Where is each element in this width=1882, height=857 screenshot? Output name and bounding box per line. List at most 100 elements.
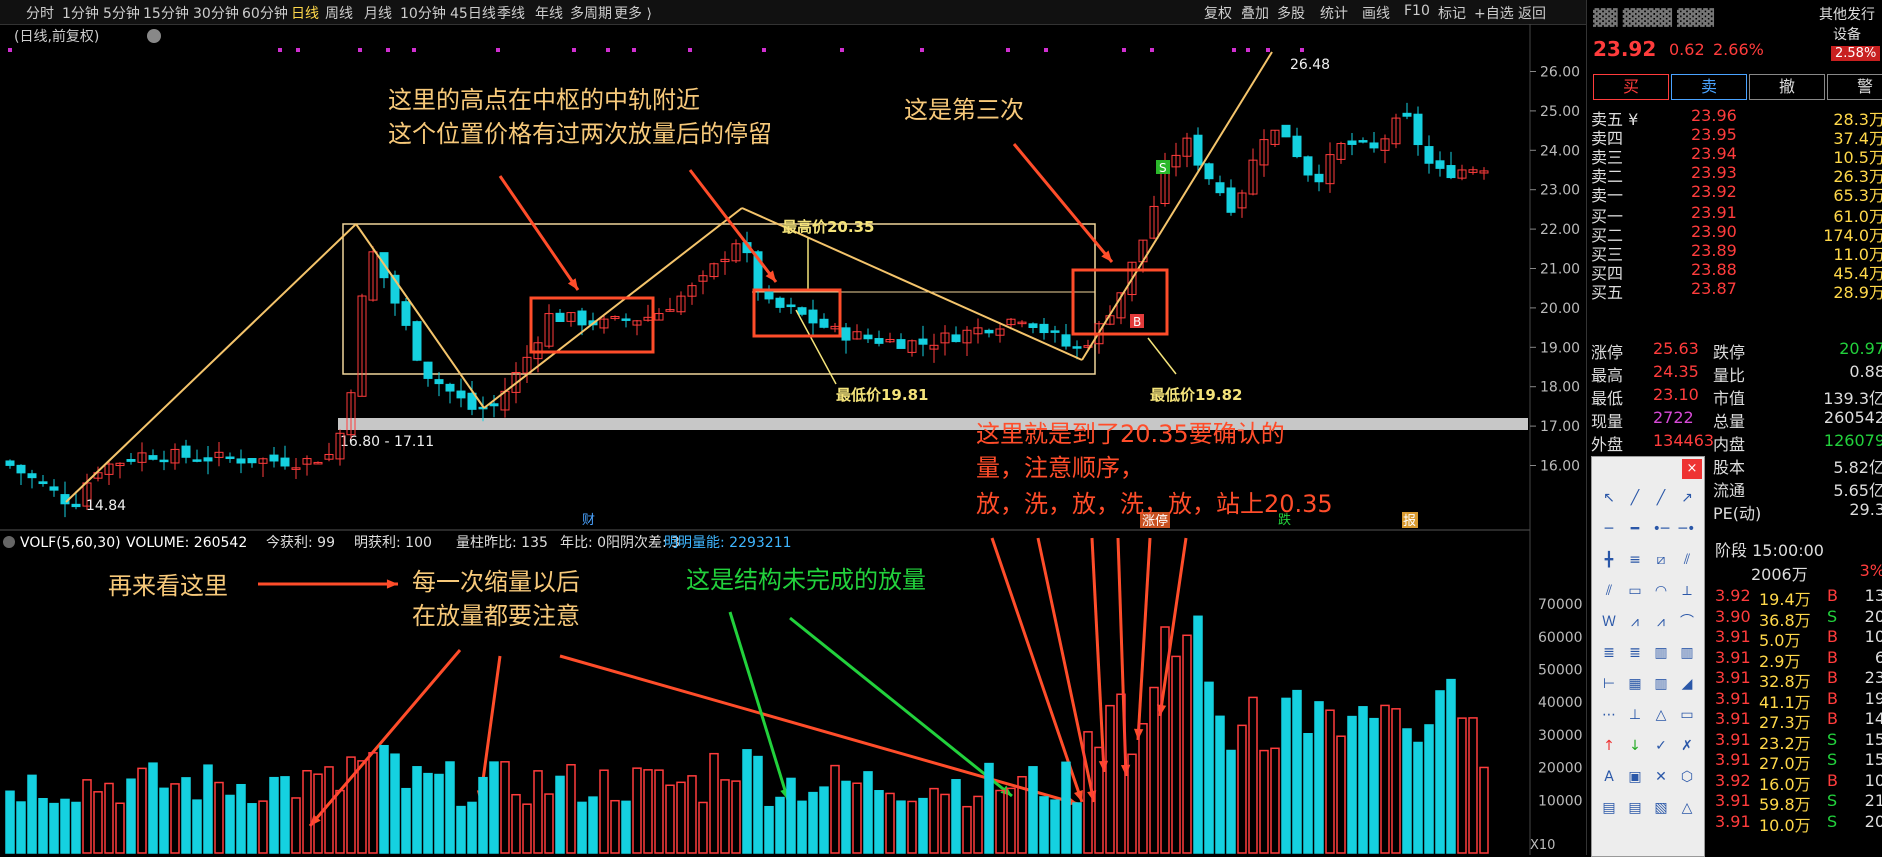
drawing-tool-icon[interactable]: ▥ [1650,673,1672,695]
other-label[interactable]: 其他发行 [1819,4,1875,24]
candle-body [1226,187,1236,213]
drawing-tool-icon[interactable]: ⬡ [1676,766,1698,788]
drawing-tool-icon[interactable]: A [1598,766,1620,788]
drawing-tool-icon[interactable]: ◢ [1676,673,1698,695]
volume-bar [93,791,103,854]
arrow-1 [498,175,580,291]
tab-14[interactable]: 更多 ⟩ [614,3,652,23]
volume-bar [698,801,708,854]
volume-value: VOLUME: 260542 [126,535,247,551]
drawing-tool-icon[interactable]: ≣ [1598,642,1620,664]
toolbar-button-8[interactable]: 返回 [1518,3,1546,23]
volume-bar [1171,655,1181,854]
candle-body [401,301,411,326]
drawing-tool-icon[interactable]: ▥ [1676,642,1698,664]
toolbar-button-5[interactable]: F10 [1404,3,1430,19]
buy-button[interactable]: 买 [1593,74,1669,100]
alert-button[interactable]: 警 [1827,74,1882,100]
drawing-tool-icon[interactable]: •─ [1650,518,1672,540]
drawing-tool-icon[interactable]: ▭ [1676,704,1698,726]
drawing-tool-icon[interactable]: ▦ [1624,673,1646,695]
toolbar-button-0[interactable]: 复权 [1204,3,1232,23]
volume-bar [1149,686,1159,854]
price-tick-label: 16.00 [1540,459,1580,475]
drawing-tool-icon[interactable]: ▤ [1624,797,1646,819]
drawing-tool-icon[interactable]: Ｗ [1598,611,1620,633]
drawing-tool-icon[interactable]: ⫽ [1676,549,1698,571]
volume-bar [951,779,961,854]
drawing-tool-icon[interactable]: ▤ [1598,797,1620,819]
signal-dot [1266,48,1270,52]
drawing-tool-icon[interactable]: ⋯ [1598,704,1620,726]
drawing-tool-icon[interactable]: ↑ [1598,735,1620,757]
tab-8[interactable]: 月线 [364,3,392,23]
drawing-tool-icon[interactable]: ⩘ [1650,611,1672,633]
drawing-tool-icon[interactable]: ↗ [1676,487,1698,509]
tab-7[interactable]: 周线 [325,3,353,23]
cancel-button[interactable]: 撤 [1749,74,1825,100]
drawing-tool-icon[interactable]: ✗ [1676,735,1698,757]
tab-9[interactable]: 10分钟 [400,3,446,23]
drawing-tool-icon[interactable]: ✓ [1650,735,1672,757]
sell-button[interactable]: 卖 [1671,74,1747,100]
drawing-tool-icon[interactable]: ━ [1624,518,1646,540]
drawing-tool-icon[interactable]: ↓ [1624,735,1646,757]
drawing-tool-icon[interactable]: ≡ [1624,549,1646,571]
signal-dot [1246,48,1250,52]
kline-chart[interactable]: (日线,前复权) 26.00 25.00 24.00 23.00 22.00 21.00 20… [0,24,1586,855]
tab-10[interactable]: 45日线 [450,3,496,23]
drawing-tool-icon[interactable]: ✕ [1650,766,1672,788]
tab-1[interactable]: 1分钟 [62,3,99,23]
tab-13[interactable]: 多周期 [570,3,612,23]
drawing-tool-icon[interactable]: ≣ [1624,642,1646,664]
drawing-tool-icon[interactable]: ╱ [1650,487,1672,509]
drawing-tool-icon[interactable]: ─• [1676,518,1698,540]
drawing-tool-icon[interactable]: △ [1676,797,1698,819]
drawing-tool-icon[interactable]: ▧ [1650,797,1672,819]
drawing-tool-icon[interactable]: ↖ [1598,487,1620,509]
device-label[interactable]: 设备 [1833,24,1861,44]
signal-dot [920,48,924,52]
tab-4[interactable]: 30分钟 [193,3,239,23]
drawing-tool-icon[interactable]: ⧄ [1650,549,1672,571]
drawing-tool-icon[interactable]: ⌒ [1676,611,1698,633]
toolbar-button-6[interactable]: 标记 [1438,3,1466,23]
tab-3[interactable]: 15分钟 [143,3,189,23]
tab-2[interactable]: 5分钟 [103,3,140,23]
drawing-tool-icon[interactable]: ─ [1598,518,1620,540]
close-icon[interactable]: × [1682,459,1702,479]
drawing-tool-icon[interactable]: ⫽ [1598,580,1620,602]
volume-bar [940,793,950,854]
drawing-tool-icon[interactable]: ◠ [1650,580,1672,602]
drawing-tool-icon[interactable]: ⟂ [1676,580,1698,602]
tab-6[interactable]: 日线 [291,3,319,23]
drawing-tool-icon[interactable]: ⊢ [1598,673,1620,695]
drawing-tool-icon[interactable]: ╋ [1598,549,1620,571]
volume-bar [203,764,213,854]
volume-bar [214,781,224,854]
drawing-tool-icon[interactable]: ▭ [1624,580,1646,602]
toolbar-button-7[interactable]: +自选 [1474,3,1514,23]
drawing-tool-icon[interactable]: ⊥ [1624,704,1646,726]
drawing-tool-icon[interactable]: ▥ [1650,642,1672,664]
volume-bar [632,767,642,854]
volume-bar [654,769,664,854]
candle-body [423,361,433,379]
drawing-tool-icon[interactable]: ▣ [1624,766,1646,788]
toolbar-button-1[interactable]: 叠加 [1241,3,1269,23]
candle-body [1314,173,1324,183]
drawing-tool-icon[interactable]: ⩘ [1624,611,1646,633]
signal-dot [1300,48,1304,52]
tab-11[interactable]: 季线 [497,3,525,23]
toolbar-button-4[interactable]: 画线 [1362,3,1390,23]
tab-12[interactable]: 年线 [535,3,563,23]
drawing-tool-icon[interactable]: △ [1650,704,1672,726]
volume-bar [720,779,730,854]
candle-body [1193,134,1203,166]
volume-bar [1259,749,1269,854]
drawing-tool-icon[interactable]: ╱ [1624,487,1646,509]
toolbar-button-2[interactable]: 多股 [1277,3,1305,23]
tab-0[interactable]: 分时 [26,3,54,23]
toolbar-button-3[interactable]: 统计 [1320,3,1348,23]
tab-5[interactable]: 60分钟 [242,3,288,23]
